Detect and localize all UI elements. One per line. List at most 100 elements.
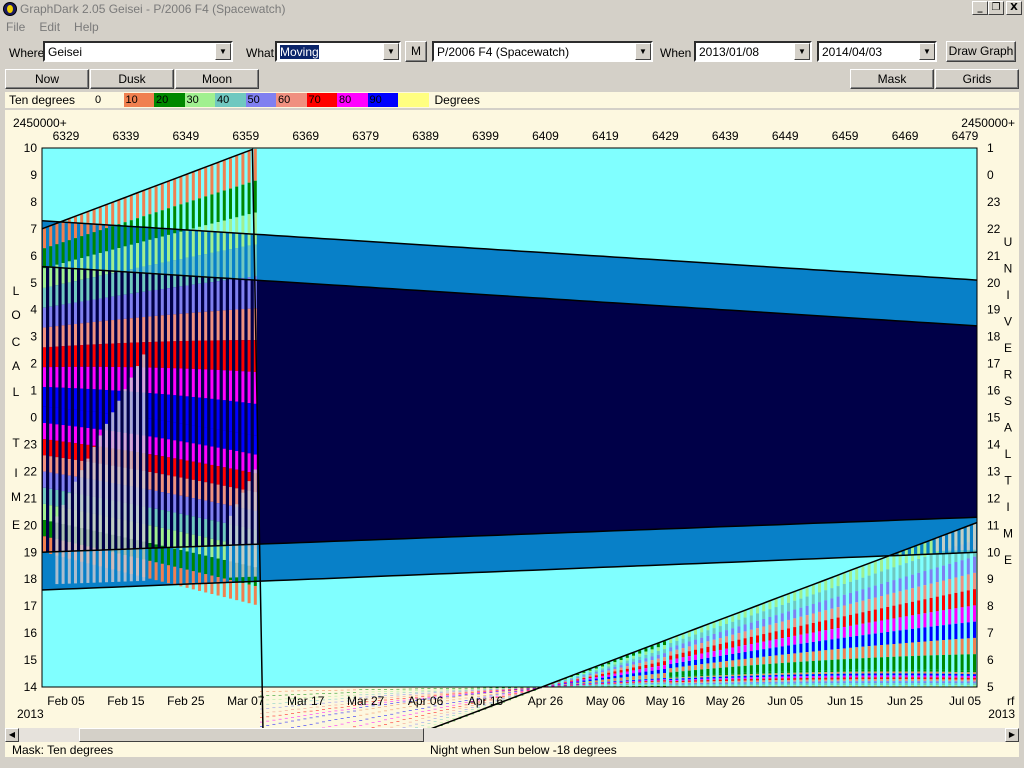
scroll-left-icon[interactable]: ◀ <box>5 728 19 742</box>
app-icon <box>3 2 17 16</box>
chevron-down-icon[interactable]: ▼ <box>919 43 935 60</box>
what-value: Moving <box>280 45 319 59</box>
local-hour-label: 1 <box>30 384 37 398</box>
ut-hour-label: 12 <box>987 491 1001 505</box>
local-hour-label: 17 <box>24 599 38 613</box>
local-hour-label: 22 <box>24 464 38 478</box>
local-hour-label: 20 <box>24 518 38 532</box>
ut-hour-label: 15 <box>987 411 1001 425</box>
object-value: P/2006 F4 (Spacewatch) <box>437 45 570 59</box>
jd-prefix-right: 2450000+ <box>961 116 1015 130</box>
date-tick-label: Jun 05 <box>767 694 803 708</box>
date-tick-label: Apr 26 <box>528 694 564 708</box>
legend-title: Ten degrees <box>9 93 76 107</box>
start-date-value: 2013/01/08 <box>699 45 760 59</box>
svg-text:I: I <box>1006 288 1009 302</box>
grids-button[interactable]: Grids <box>935 69 1019 89</box>
ut-hour-label: 5 <box>987 680 994 694</box>
chevron-down-icon[interactable]: ▼ <box>215 43 231 60</box>
chevron-down-icon[interactable]: ▼ <box>383 43 399 60</box>
svg-text:O: O <box>11 308 20 322</box>
jd-tick-label: 6459 <box>832 129 859 143</box>
status-bar: Mask: Ten degrees Night when Sun below -… <box>5 742 1019 757</box>
mask-button[interactable]: Mask <box>850 69 934 89</box>
ut-hour-label: 16 <box>987 384 1001 398</box>
draw-graph-button[interactable]: Draw Graph <box>946 41 1016 62</box>
jd-prefix-left: 2450000+ <box>13 116 67 130</box>
svg-text:E: E <box>1004 341 1012 355</box>
legend-swatch: 0 <box>93 93 124 107</box>
year-right: 2013 <box>988 707 1015 721</box>
local-hour-label: 8 <box>30 195 37 209</box>
ut-hour-label: 11 <box>987 518 1000 532</box>
date-tick-label: Mar 07 <box>227 694 265 708</box>
jd-tick-label: 6379 <box>352 129 379 143</box>
ut-hour-label: 1 <box>987 141 994 155</box>
jd-tick-label: 6369 <box>292 129 319 143</box>
what-label: What <box>246 46 275 60</box>
local-hour-label: 2 <box>30 357 37 371</box>
svg-text:L: L <box>13 385 20 399</box>
legend-units: Degrees <box>434 93 480 107</box>
ut-hour-label: 8 <box>987 599 994 613</box>
date-tick-label: May 26 <box>706 694 746 708</box>
svg-text:L: L <box>1005 447 1012 461</box>
svg-text:A: A <box>12 359 20 373</box>
local-hour-label: 16 <box>24 626 38 640</box>
date-tick-label: Mar 17 <box>287 694 325 708</box>
jd-tick-label: 6479 <box>952 129 979 143</box>
chevron-down-icon[interactable]: ▼ <box>635 43 651 60</box>
local-hour-label: 9 <box>30 168 37 182</box>
ut-hour-label: 7 <box>987 626 994 640</box>
dusk-button[interactable]: Dusk <box>90 69 174 89</box>
restore-button[interactable]: ❐ <box>988 1 1004 15</box>
minimize-button[interactable]: _ <box>972 1 988 15</box>
jd-tick-label: 6399 <box>472 129 499 143</box>
local-hour-label: 19 <box>24 545 38 559</box>
local-hour-label: 14 <box>24 680 38 694</box>
legend-swatches: 0 10 20 30 40 50 60 70 80 90 <box>93 93 429 107</box>
jd-tick-label: 6359 <box>232 129 259 143</box>
toolbar: Where Geisei ▼ What Moving ▼ M P/2006 F4… <box>0 38 1024 68</box>
menu-edit[interactable]: Edit <box>39 20 60 34</box>
svg-text:E: E <box>1004 553 1012 567</box>
svg-text:U: U <box>1004 235 1013 249</box>
menu-bar: File Edit Help <box>0 18 1024 36</box>
jd-tick-label: 6409 <box>532 129 559 143</box>
end-date-select[interactable]: 2014/04/03 ▼ <box>817 41 937 62</box>
start-date-select[interactable]: 2013/01/08 ▼ <box>694 41 812 62</box>
date-tick-label: Feb 25 <box>167 694 205 708</box>
scroll-thumb[interactable] <box>79 728 424 742</box>
moon-button[interactable]: Moon <box>175 69 259 89</box>
ut-hour-label: 9 <box>987 572 994 586</box>
legend-swatch: 70 <box>306 93 337 107</box>
scroll-right-icon[interactable]: ▶ <box>1005 728 1019 742</box>
status-night: Night when Sun below -18 degrees <box>430 743 617 757</box>
menu-file[interactable]: File <box>6 20 25 34</box>
close-button[interactable]: X <box>1006 1 1022 15</box>
what-select[interactable]: Moving ▼ <box>275 41 401 62</box>
jd-tick-label: 6449 <box>772 129 799 143</box>
ut-hour-label: 19 <box>987 303 1001 317</box>
svg-text:L: L <box>13 284 20 298</box>
jd-tick-label: 6329 <box>53 129 80 143</box>
jd-tick-label: 6429 <box>652 129 679 143</box>
svg-text:T: T <box>12 436 20 450</box>
chevron-down-icon[interactable]: ▼ <box>794 43 810 60</box>
darkness-graph: 6329 6339 6349 6359 6369 6379 6389 6399 6409 6419… <box>11 116 1015 768</box>
now-button[interactable]: Now <box>5 69 89 89</box>
menu-help[interactable]: Help <box>74 20 99 34</box>
horizontal-scrollbar[interactable]: ◀ ▶ <box>5 728 1019 742</box>
svg-text:M: M <box>1003 527 1013 541</box>
altitude-legend: Ten degrees 0 10 20 30 40 50 60 70 80 90 Degrees <box>5 92 1019 108</box>
svg-text:T: T <box>1004 474 1012 488</box>
date-tick-label: Jun 25 <box>887 694 923 708</box>
where-select[interactable]: Geisei ▼ <box>43 41 233 62</box>
object-select[interactable]: P/2006 F4 (Spacewatch) ▼ <box>432 41 653 62</box>
end-date-value: 2014/04/03 <box>822 45 883 59</box>
m-button[interactable]: M <box>405 41 427 62</box>
status-mask: Mask: Ten degrees <box>12 743 114 757</box>
svg-text:I: I <box>14 466 17 480</box>
svg-text:V: V <box>1004 315 1012 329</box>
ut-hour-label: 0 <box>987 168 994 182</box>
